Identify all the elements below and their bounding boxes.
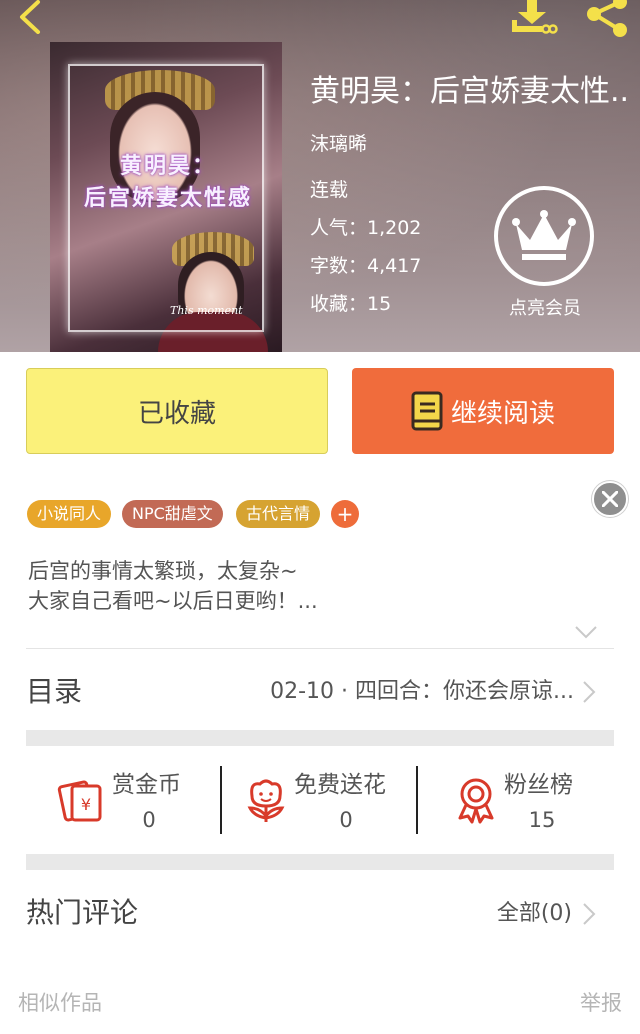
free-flower-label: 免费送花 — [294, 772, 386, 798]
share-button[interactable] — [582, 0, 630, 38]
cover-title-line2: 后宫娇妻太性感 — [83, 185, 252, 211]
close-icon — [602, 491, 618, 507]
svg-text:¥: ¥ — [81, 795, 91, 814]
download-icon — [512, 0, 558, 34]
share-icon — [587, 0, 627, 37]
chevron-down-icon[interactable] — [574, 624, 598, 640]
book-synopsis: 后宫的事情太繁琐，太复杂~ 大家自己看吧~以后日更哟！... — [28, 556, 548, 616]
crown-icon — [512, 210, 576, 260]
tag-fan-fiction[interactable]: 小说同人 — [27, 500, 112, 528]
fan-ranking-count: 15 — [528, 808, 556, 832]
vip-label: 点亮会员 — [509, 298, 581, 319]
book-header: 黄明昊： 后宫娇妻太性感 This moment 黄明昊：后宫娇妻太性.. 沫璃… — [0, 0, 640, 352]
fan-ranking-label: 粉丝榜 — [504, 772, 573, 798]
tag-ancient-romance[interactable]: 古代言情 — [236, 500, 321, 528]
section-separator — [26, 730, 614, 746]
catalog-label: 目录 — [26, 675, 83, 708]
tag-npc-romance[interactable]: NPC甜虐文 — [122, 500, 223, 528]
back-arrow-icon — [20, 0, 40, 34]
download-button[interactable] — [508, 0, 558, 38]
book-icon — [411, 391, 443, 431]
catalog-row[interactable]: 目录 02-10 · 四回合：你还会原谅... — [26, 662, 614, 722]
medal-icon — [458, 778, 494, 824]
chevron-right-icon — [583, 681, 596, 703]
chevron-right-icon — [583, 903, 596, 925]
vertical-divider — [220, 766, 222, 834]
vertical-divider — [416, 766, 418, 834]
all-comments-link[interactable]: 全部(0) — [497, 898, 572, 930]
synopsis-line: 后宫的事情太繁琐，太复杂~ — [28, 559, 298, 583]
close-button[interactable] — [592, 481, 628, 517]
popularity-stat: 人气：1,202 — [310, 217, 422, 239]
author-name[interactable]: 沫璃晞 — [310, 130, 367, 158]
reward-coins-count: 0 — [142, 808, 156, 832]
back-button[interactable] — [14, 0, 54, 36]
flower-icon — [247, 779, 285, 822]
book-cover[interactable]: 黄明昊： 后宫娇妻太性感 This moment — [50, 42, 282, 352]
report-link[interactable]: 举报 — [580, 988, 622, 1018]
reward-coins-label: 赏金币 — [112, 772, 181, 798]
latest-chapter: 02-10 · 四回合：你还会原谅... — [270, 679, 574, 704]
word-count-stat: 字数：4,417 — [310, 255, 422, 277]
collected-label: 已收藏 — [137, 398, 216, 429]
hot-comments-label: 热门评论 — [26, 896, 139, 929]
serial-status: 连载 — [310, 179, 349, 201]
free-flower-count: 0 — [339, 808, 353, 832]
book-title: 黄明昊：后宫娇妻太性.. — [310, 74, 630, 109]
add-tag-button[interactable]: + — [331, 500, 359, 528]
fan-ranking-button[interactable]: 粉丝榜 15 — [448, 764, 588, 834]
reward-coins-button[interactable]: ¥ 赏金币 0 — [52, 764, 212, 834]
favorites-stat: 收藏：15 — [310, 293, 392, 315]
collected-button[interactable]: 已收藏 — [26, 368, 328, 454]
synopsis-line: 大家自己看吧~以后日更哟！... — [28, 589, 318, 613]
vip-button[interactable]: 点亮会员 — [492, 186, 594, 322]
section-separator — [26, 854, 614, 870]
hot-comments-row[interactable]: 热门评论 全部(0) — [26, 890, 614, 938]
cover-subtitle: This moment — [170, 304, 243, 317]
vip-badge — [494, 186, 594, 286]
divider — [26, 648, 614, 649]
similar-works-link[interactable]: 相似作品 — [18, 988, 102, 1018]
free-flower-button[interactable]: 免费送花 0 — [242, 764, 412, 834]
book-detail-page: 黄明昊： 后宫娇妻太性感 This moment 黄明昊：后宫娇妻太性.. 沫璃… — [0, 0, 640, 1034]
red-envelope-coin-icon: ¥ — [57, 780, 102, 822]
cover-title: 黄明昊： 后宫娇妻太性感 — [68, 150, 268, 214]
cover-title-line1: 黄明昊： — [119, 153, 216, 179]
continue-reading-label: 继续阅读 — [450, 398, 555, 429]
continue-reading-button[interactable]: 继续阅读 — [352, 368, 614, 454]
